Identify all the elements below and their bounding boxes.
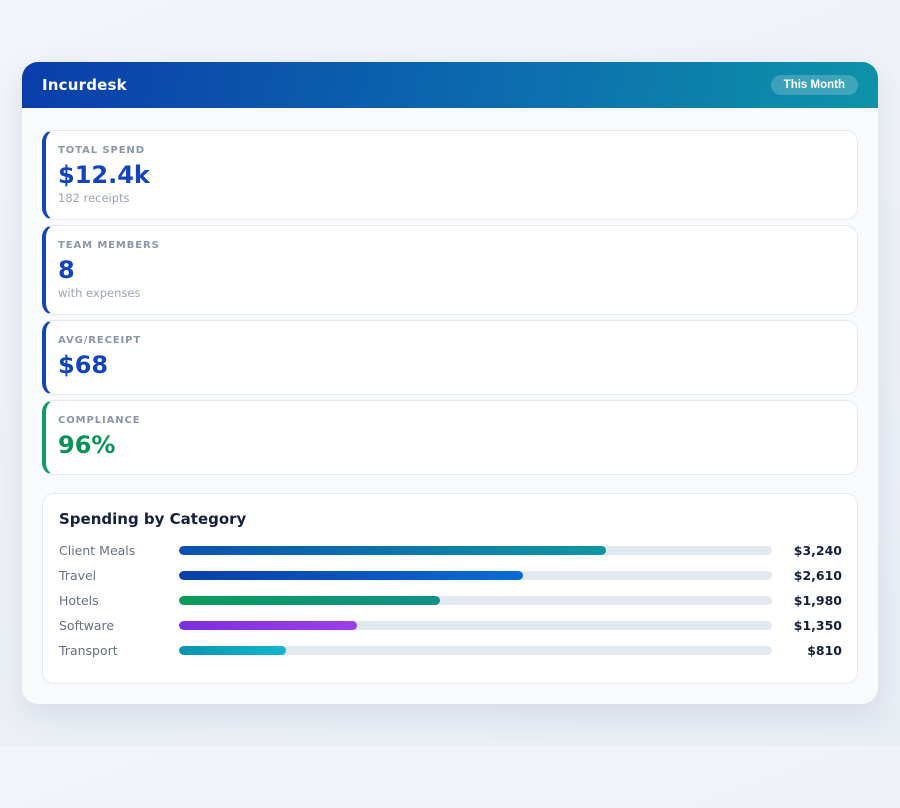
category-label: Client Meals <box>59 543 136 558</box>
stat-value: 8 <box>58 256 75 284</box>
category-bar-fill <box>179 621 357 630</box>
dashboard-content: TOTAL SPEND $12.4k 182 receipts TEAM MEM… <box>22 108 878 704</box>
stat-card-compliance: COMPLIANCE 96% <box>42 400 858 475</box>
stat-value: 96% <box>58 431 116 459</box>
category-row-client-meals: Client Meals $3,240 <box>59 538 842 563</box>
category-bar-fill <box>179 571 523 580</box>
stat-subtext: with expenses <box>58 286 141 300</box>
category-bar-track <box>179 621 772 630</box>
category-bar-fill <box>179 546 606 555</box>
period-badge[interactable]: This Month <box>770 75 858 95</box>
category-label: Hotels <box>59 593 99 608</box>
category-row-software: Software $1,350 <box>59 613 842 638</box>
category-bar-track <box>179 571 772 580</box>
category-value: $1,980 <box>793 593 842 608</box>
app-title: Incurdesk <box>42 76 127 94</box>
stat-value: $12.4k <box>58 161 150 189</box>
stat-card-avg-receipt: AVG/RECEIPT $68 <box>42 320 858 395</box>
spending-by-category-card: Spending by Category Client Meals $3,240… <box>42 493 858 684</box>
category-value: $810 <box>807 643 842 658</box>
category-bar-fill <box>179 596 440 605</box>
stat-card-total-spend: TOTAL SPEND $12.4k 182 receipts <box>42 130 858 220</box>
category-bar-track <box>179 546 772 555</box>
stat-subtext: 182 receipts <box>58 191 130 205</box>
category-row-hotels: Hotels $1,980 <box>59 588 842 613</box>
stat-card-team-members: TEAM MEMBERS 8 with expenses <box>42 225 858 315</box>
app-header: Incurdesk This Month <box>22 62 878 108</box>
category-value: $1,350 <box>793 618 842 633</box>
stat-label: AVG/RECEIPT <box>58 335 142 346</box>
category-label: Travel <box>59 568 97 583</box>
category-row-travel: Travel $2,610 <box>59 563 842 588</box>
category-label: Software <box>59 618 115 633</box>
category-label: Transport <box>59 643 118 658</box>
stat-value: $68 <box>58 351 109 379</box>
category-bar-track <box>179 596 772 605</box>
category-bar-fill <box>179 646 286 655</box>
category-value: $2,610 <box>793 568 842 583</box>
stat-label: TOTAL SPEND <box>58 145 145 156</box>
category-row-transport: Transport $810 <box>59 638 842 663</box>
category-bar-track <box>179 646 772 655</box>
stat-label: COMPLIANCE <box>58 415 141 426</box>
stat-label: TEAM MEMBERS <box>58 240 160 251</box>
dashboard-card: Incurdesk This Month TOTAL SPEND $12.4k … <box>22 62 878 704</box>
category-value: $3,240 <box>793 543 842 558</box>
spending-card-title: Spending by Category <box>59 510 247 528</box>
